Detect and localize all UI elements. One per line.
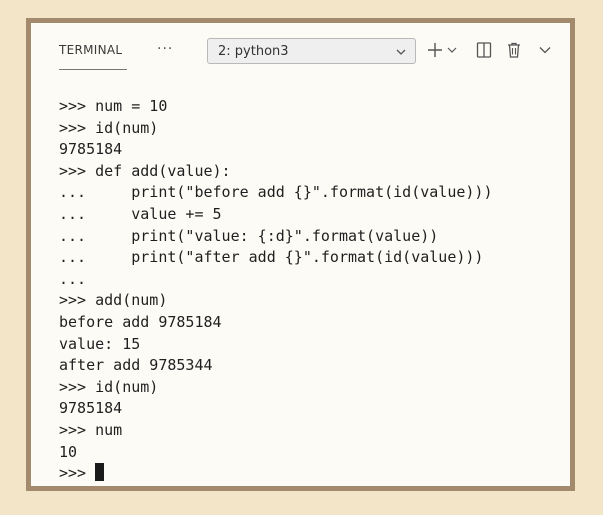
terminal-line: 9785184	[59, 399, 123, 418]
terminal-line: 10	[59, 442, 78, 461]
panel-tabbar: TERMINAL ··· 2: python3	[31, 23, 570, 81]
terminal-line: >>> def add(value):	[59, 161, 231, 180]
terminal-line: >>> num = 10	[59, 97, 168, 115]
terminal-line: before add 9785184	[59, 312, 222, 331]
terminal-line: ... print("before add {}".format(id(valu…	[59, 183, 493, 202]
split-icon[interactable]	[476, 41, 492, 59]
terminal-cursor	[95, 463, 105, 482]
terminal-line: ... value += 5	[59, 204, 222, 223]
terminal-line: ...	[59, 269, 87, 288]
terminal-select[interactable]: 2: python3	[207, 38, 416, 64]
new-terminal-menu-chevron-icon[interactable]	[447, 46, 457, 54]
more-actions-icon[interactable]: ···	[157, 41, 173, 57]
terminal-select-value: 2: python3	[218, 44, 289, 59]
terminal-output[interactable]: >>> num = 10 >>> id(num) 9785184 >>> def ad…	[59, 96, 560, 482]
terminal-prompt-line[interactable]: >>>	[59, 463, 560, 485]
terminal-line: value: 15	[59, 334, 141, 353]
trash-icon[interactable]	[506, 41, 522, 59]
terminal-prompt: >>>	[59, 464, 96, 483]
collapse-chevron-icon[interactable]	[539, 46, 551, 54]
active-tab-indicator	[59, 69, 127, 70]
tab-terminal[interactable]: TERMINAL	[59, 43, 122, 57]
terminal-line: >>> add(num)	[59, 291, 168, 310]
terminal-line: >>> num	[59, 420, 123, 439]
terminal-line: >>> id(num)	[59, 118, 159, 137]
terminal-line: after add 9785344	[59, 356, 213, 375]
plus-icon[interactable]	[426, 41, 444, 59]
terminal-panel: TERMINAL ··· 2: python3 >>> num = 10 >>>…	[26, 18, 575, 491]
terminal-line: 9785184	[59, 140, 123, 159]
terminal-line: ... print("after add {}".format(id(value…	[59, 248, 484, 267]
terminal-line: >>> id(num)	[59, 377, 159, 396]
chevron-down-icon	[396, 49, 406, 55]
terminal-line: ... print("value: {:d}".format(value))	[59, 226, 439, 245]
